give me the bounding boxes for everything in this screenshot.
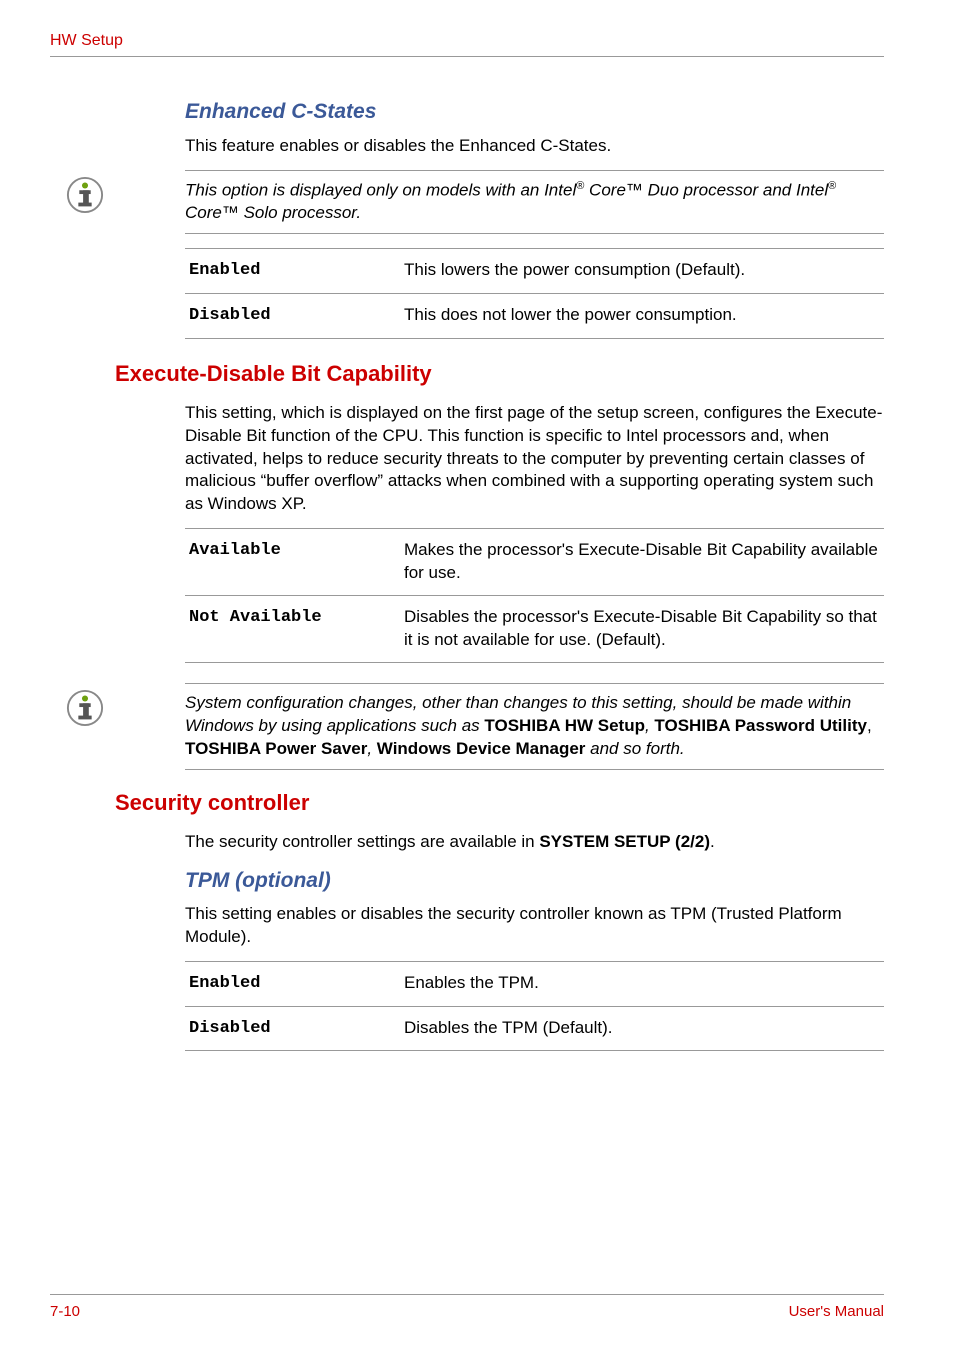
table-cell-value: Disables the processor's Execute-Disable… xyxy=(400,596,884,663)
heading-execute-disable: Execute-Disable Bit Capability xyxy=(115,359,884,390)
callout-bold: TOSHIBA Power Saver xyxy=(185,739,367,758)
callout-part: Core™ Solo processor. xyxy=(185,203,361,222)
table-cell-key: Available xyxy=(185,529,400,596)
callout-part: and so forth. xyxy=(585,739,684,758)
table-cell-value: Disables the TPM (Default). xyxy=(400,1006,884,1051)
table-cell-value: Makes the processor's Execute-Disable Bi… xyxy=(400,529,884,596)
body-text: This feature enables or disables the Enh… xyxy=(185,135,884,158)
page-footer: 7-10 User's Manual xyxy=(50,1294,884,1322)
definition-table: Enabled Enables the TPM. Disabled Disabl… xyxy=(185,961,884,1052)
body-text: This setting, which is displayed on the … xyxy=(185,402,884,517)
definition-table: Enabled This lowers the power consumptio… xyxy=(185,248,884,339)
callout-text: This option is displayed only on models … xyxy=(185,170,884,235)
text-bold: SYSTEM SETUP (2/2) xyxy=(539,832,710,851)
table-cell-key: Enabled xyxy=(185,249,400,294)
callout-bold: Windows Device Manager xyxy=(377,739,586,758)
callout-part: , xyxy=(367,739,376,758)
info-icon xyxy=(50,683,120,727)
info-callout: This option is displayed only on models … xyxy=(50,170,884,235)
header-divider xyxy=(50,56,884,57)
registered-mark: ® xyxy=(828,180,836,192)
subheading-tpm: TPM (optional) xyxy=(185,866,884,895)
callout-text: System configuration changes, other than… xyxy=(185,683,884,770)
table-row: Enabled This lowers the power consumptio… xyxy=(185,249,884,294)
callout-part: , xyxy=(867,716,872,735)
callout-bold: TOSHIBA Password Utility xyxy=(654,716,867,735)
table-row: Disabled This does not lower the power c… xyxy=(185,294,884,339)
table-cell-key: Not Available xyxy=(185,596,400,663)
subheading-enhanced-c-states: Enhanced C-States xyxy=(185,97,884,126)
body-text: This setting enables or disables the sec… xyxy=(185,903,884,949)
definition-table: Available Makes the processor's Execute-… xyxy=(185,528,884,663)
running-header: HW Setup xyxy=(50,30,884,52)
callout-bold: TOSHIBA HW Setup xyxy=(484,716,645,735)
text-span: . xyxy=(710,832,715,851)
manual-title: User's Manual xyxy=(789,1301,884,1322)
body-text: The security controller settings are ava… xyxy=(185,831,884,854)
table-row: Enabled Enables the TPM. xyxy=(185,961,884,1006)
table-cell-value: Enables the TPM. xyxy=(400,961,884,1006)
info-callout: System configuration changes, other than… xyxy=(50,683,884,770)
table-cell-key: Disabled xyxy=(185,1006,400,1051)
callout-part: Core™ Duo processor and Intel xyxy=(584,180,828,199)
table-cell-key: Enabled xyxy=(185,961,400,1006)
callout-part: This option is displayed only on models … xyxy=(185,180,576,199)
callout-part: , xyxy=(645,716,654,735)
text-span: The security controller settings are ava… xyxy=(185,832,539,851)
info-icon xyxy=(50,170,120,214)
page-number: 7-10 xyxy=(50,1301,80,1322)
table-cell-value: This does not lower the power consumptio… xyxy=(400,294,884,339)
table-cell-value: This lowers the power consumption (Defau… xyxy=(400,249,884,294)
heading-security-controller: Security controller xyxy=(115,788,884,819)
table-cell-key: Disabled xyxy=(185,294,400,339)
footer-divider xyxy=(50,1294,884,1295)
table-row: Not Available Disables the processor's E… xyxy=(185,596,884,663)
table-row: Disabled Disables the TPM (Default). xyxy=(185,1006,884,1051)
table-row: Available Makes the processor's Execute-… xyxy=(185,529,884,596)
